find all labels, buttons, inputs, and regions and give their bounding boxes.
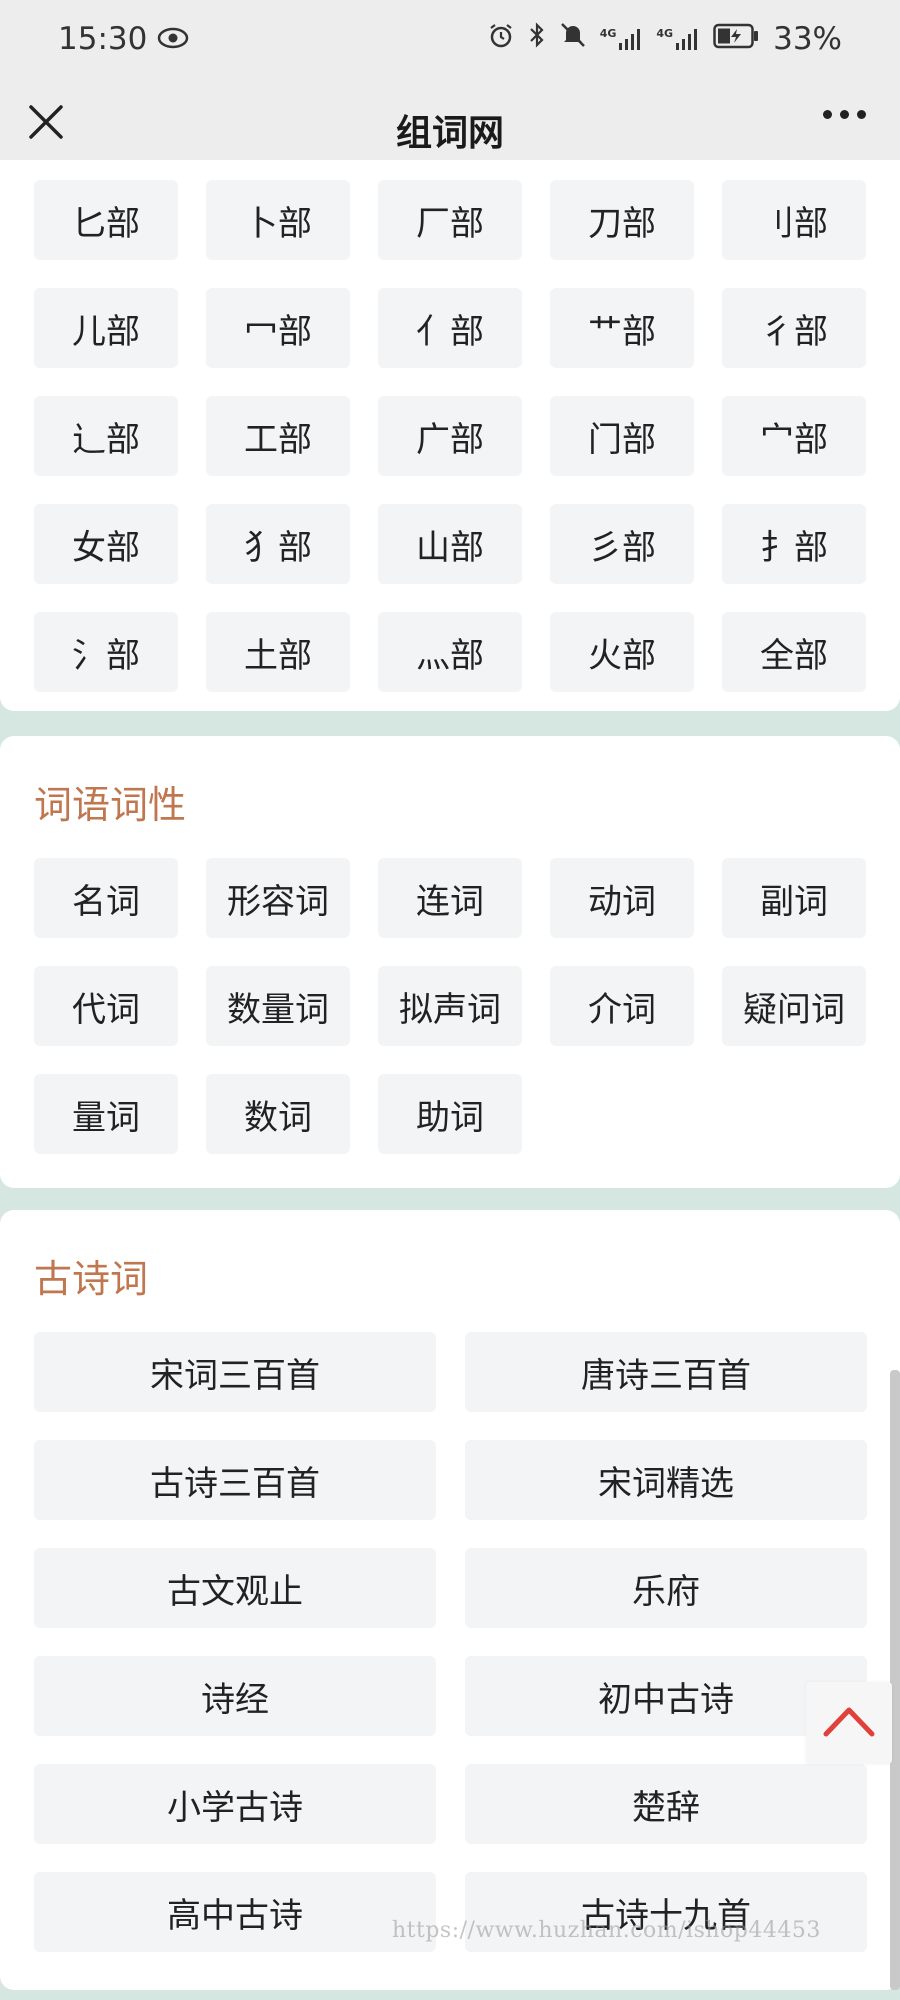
- scrollbar[interactable]: [890, 1370, 900, 1990]
- mute-icon: [560, 21, 586, 57]
- radical-button[interactable]: 扌部: [722, 504, 866, 584]
- radical-button[interactable]: 亻部: [378, 288, 522, 368]
- signal-4g-icon: 4G: [600, 27, 643, 51]
- pos-button[interactable]: 数词: [206, 1074, 350, 1154]
- alarm-icon: [488, 21, 514, 57]
- radical-button[interactable]: 工部: [206, 396, 350, 476]
- radical-button[interactable]: 灬部: [378, 612, 522, 692]
- radical-button[interactable]: 彳部: [722, 288, 866, 368]
- radical-button[interactable]: 土部: [206, 612, 350, 692]
- more-icon[interactable]: [823, 110, 866, 119]
- poetry-button[interactable]: 高中古诗: [34, 1872, 436, 1952]
- poetry-button[interactable]: 唐诗三百首: [465, 1332, 867, 1412]
- back-to-top-button[interactable]: [806, 1682, 892, 1764]
- radical-button[interactable]: 女部: [34, 504, 178, 584]
- pos-button[interactable]: 动词: [550, 858, 694, 938]
- radical-button[interactable]: 宀部: [722, 396, 866, 476]
- pos-section-title: 词语词性: [34, 783, 187, 827]
- pos-button[interactable]: 数量词: [206, 966, 350, 1046]
- radical-button[interactable]: 卜部: [206, 180, 350, 260]
- pos-button[interactable]: 副词: [722, 858, 866, 938]
- close-icon[interactable]: [26, 102, 66, 142]
- radical-button[interactable]: 刀部: [550, 180, 694, 260]
- poetry-button[interactable]: 小学古诗: [34, 1764, 436, 1844]
- radical-button[interactable]: 厂部: [378, 180, 522, 260]
- poetry-button[interactable]: 楚辞: [465, 1764, 867, 1844]
- pos-button[interactable]: 代词: [34, 966, 178, 1046]
- radical-button[interactable]: 广部: [378, 396, 522, 476]
- radical-button[interactable]: 匕部: [34, 180, 178, 260]
- eye-icon: [157, 21, 189, 57]
- radical-button[interactable]: 彡部: [550, 504, 694, 584]
- page-title: 组词网: [395, 112, 504, 154]
- radical-button[interactable]: 冖部: [206, 288, 350, 368]
- pos-button[interactable]: 量词: [34, 1074, 178, 1154]
- radical-button[interactable]: 刂部: [722, 180, 866, 260]
- radical-button[interactable]: 门部: [550, 396, 694, 476]
- pos-button[interactable]: 连词: [378, 858, 522, 938]
- radical-button[interactable]: 犭部: [206, 504, 350, 584]
- pos-grid: 名词 形容词 连词 动词 副词代词 数量词 拟声词 介词 疑问词量词 数词 助词: [34, 858, 867, 1154]
- pos-button[interactable]: 助词: [378, 1074, 522, 1154]
- bluetooth-icon: [528, 21, 546, 57]
- radical-button[interactable]: 氵部: [34, 612, 178, 692]
- pos-card: 词语词性 名词 形容词 连词 动词 副词代词 数量词 拟声词 介词 疑问词量词 数词 助词: [0, 736, 900, 1188]
- poetry-button[interactable]: 乐府: [465, 1548, 867, 1628]
- poetry-grid: 宋词三百首 唐诗三百首 古诗三百首 宋词精选 古文观止 乐府 诗经 初中古诗 小学古诗 楚辞 高中古…: [34, 1332, 867, 1952]
- poetry-button[interactable]: 宋词精选: [465, 1440, 867, 1520]
- status-bar: 15:30 4G 4G 33%: [0, 0, 900, 78]
- poetry-button[interactable]: 古文观止: [34, 1548, 436, 1628]
- radicals-grid: 匕部 卜部 厂部 刀部 刂部儿部 冖部 亻部 艹部 彳部辶部 工部 广部 门部 宀部女部 犭部 山部 彡部 扌部…: [34, 180, 867, 692]
- radical-button[interactable]: 艹部: [550, 288, 694, 368]
- signal-4g-icon-2: 4G: [656, 27, 699, 51]
- radical-button[interactable]: 辶部: [34, 396, 178, 476]
- chevron-up-icon: [822, 1704, 876, 1742]
- poetry-button[interactable]: 古诗三百首: [34, 1440, 436, 1520]
- battery-level: 33%: [773, 21, 842, 57]
- pos-button[interactable]: 形容词: [206, 858, 350, 938]
- radical-button[interactable]: 全部: [722, 612, 866, 692]
- poetry-card: 古诗词 宋词三百首 唐诗三百首 古诗三百首 宋词精选 古文观止 乐府 诗经 初中古诗 小学古诗楚…: [0, 1210, 900, 1990]
- poetry-button[interactable]: 诗经: [34, 1656, 436, 1736]
- pos-button[interactable]: 拟声词: [378, 966, 522, 1046]
- watermark: https://www.huzhan.com/ishop44453: [392, 1918, 821, 1943]
- radical-button[interactable]: 火部: [550, 612, 694, 692]
- pos-button[interactable]: 疑问词: [722, 966, 866, 1046]
- pos-button[interactable]: 介词: [550, 966, 694, 1046]
- pos-button[interactable]: 名词: [34, 858, 178, 938]
- radicals-card: 匕部 卜部 厂部 刀部 刂部儿部 冖部 亻部 艹部 彳部辶部 工部 广部 门部 宀部女部 犭部 山部 彡部 扌部…: [0, 160, 900, 711]
- radical-button[interactable]: 山部: [378, 504, 522, 584]
- radical-button[interactable]: 儿部: [34, 288, 178, 368]
- battery-icon: [713, 21, 759, 57]
- poetry-button[interactable]: 宋词三百首: [34, 1332, 436, 1412]
- poetry-section-title: 古诗词: [34, 1257, 149, 1301]
- status-time: 15:30: [58, 21, 148, 57]
